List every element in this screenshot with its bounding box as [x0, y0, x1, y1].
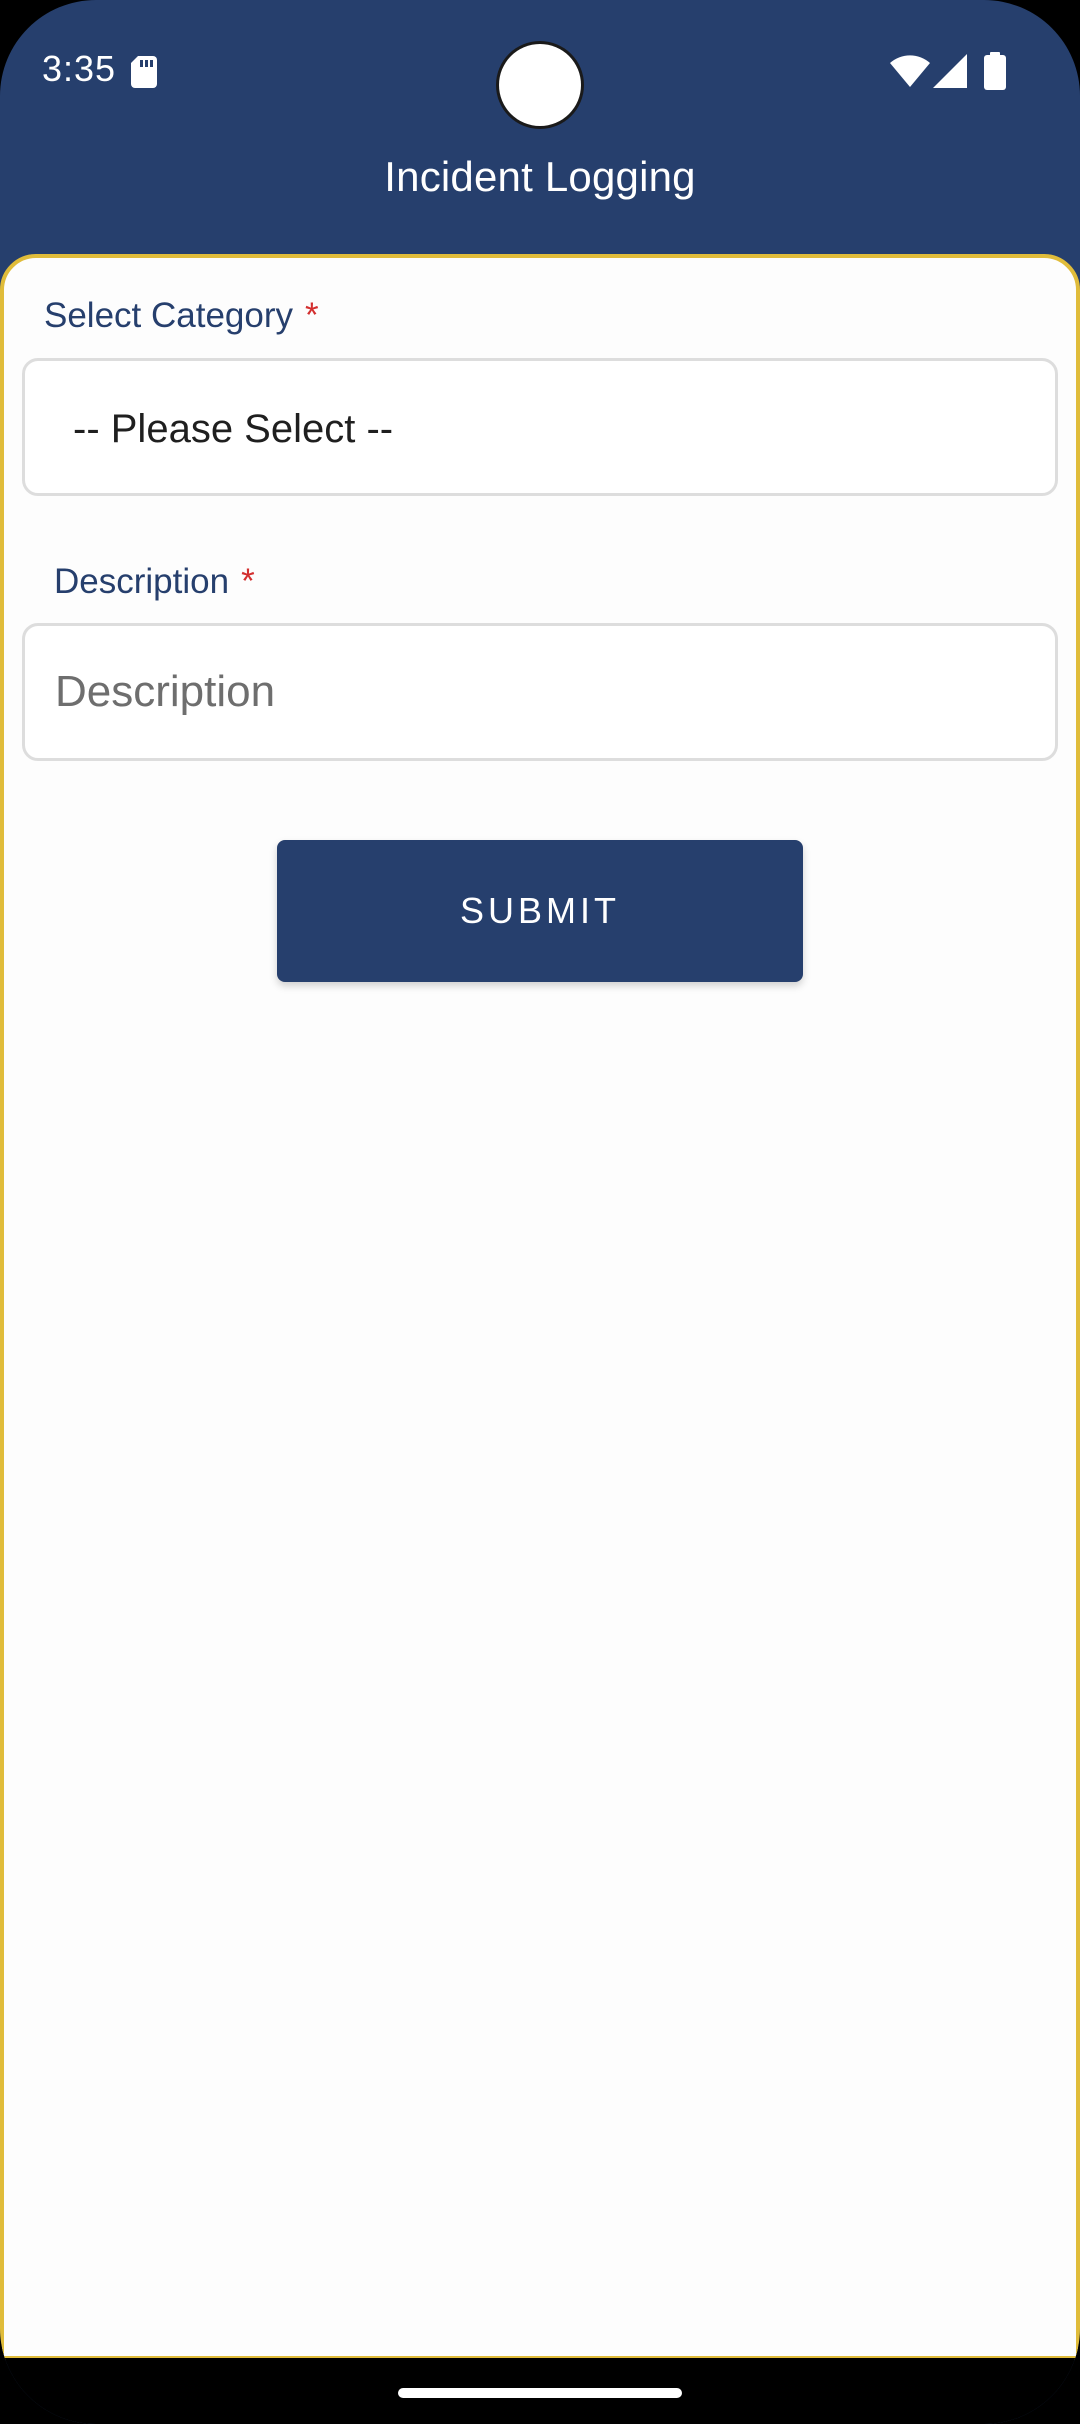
description-label-text: Description	[54, 562, 230, 601]
navigation-bar	[0, 2358, 1080, 2424]
page-title: Incident Logging	[384, 153, 696, 200]
status-time: 3:35	[42, 48, 117, 89]
category-label: Select Category *	[44, 296, 319, 336]
front-camera	[499, 44, 581, 126]
status-bar: 3:35	[0, 0, 1080, 140]
screen: 3:35 Incident Logging Select Category * …	[0, 0, 1080, 2424]
description-field-wrapper	[22, 623, 1058, 761]
signal-icon	[933, 54, 967, 88]
required-marker: *	[305, 296, 319, 335]
wifi-icon	[890, 54, 930, 88]
home-indicator[interactable]	[398, 2388, 682, 2398]
required-marker: *	[241, 562, 255, 601]
app-bar: Incident Logging	[0, 140, 1080, 258]
submit-button[interactable]: SUBMIT	[277, 840, 803, 982]
form-container: Select Category * -- Please Select -- Des…	[0, 254, 1080, 2360]
battery-icon	[984, 52, 1006, 90]
description-input[interactable]	[55, 626, 1015, 758]
category-selected-value: -- Please Select --	[73, 407, 394, 451]
submit-button-label: SUBMIT	[459, 890, 620, 931]
device-frame: 3:35 Incident Logging Select Category * …	[0, 0, 1080, 2424]
category-select[interactable]: -- Please Select --	[22, 358, 1058, 496]
sd-card-icon	[131, 56, 157, 88]
description-label: Description *	[54, 562, 255, 602]
category-label-text: Select Category	[44, 296, 294, 335]
